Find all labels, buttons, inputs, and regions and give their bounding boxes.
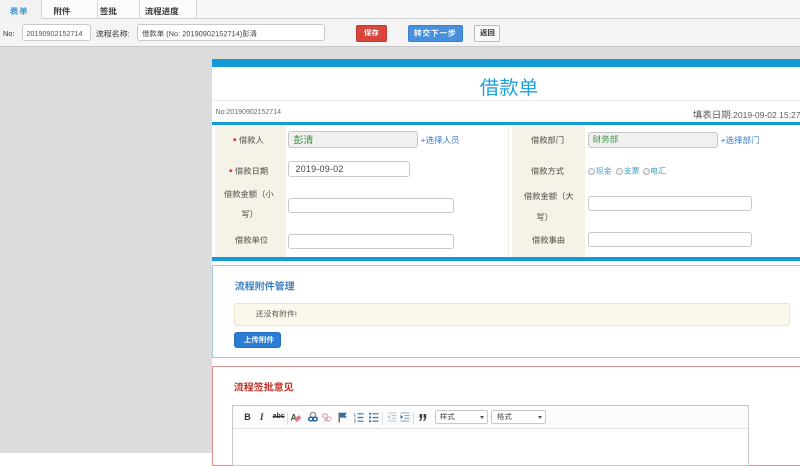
svg-text:3: 3	[354, 419, 357, 423]
